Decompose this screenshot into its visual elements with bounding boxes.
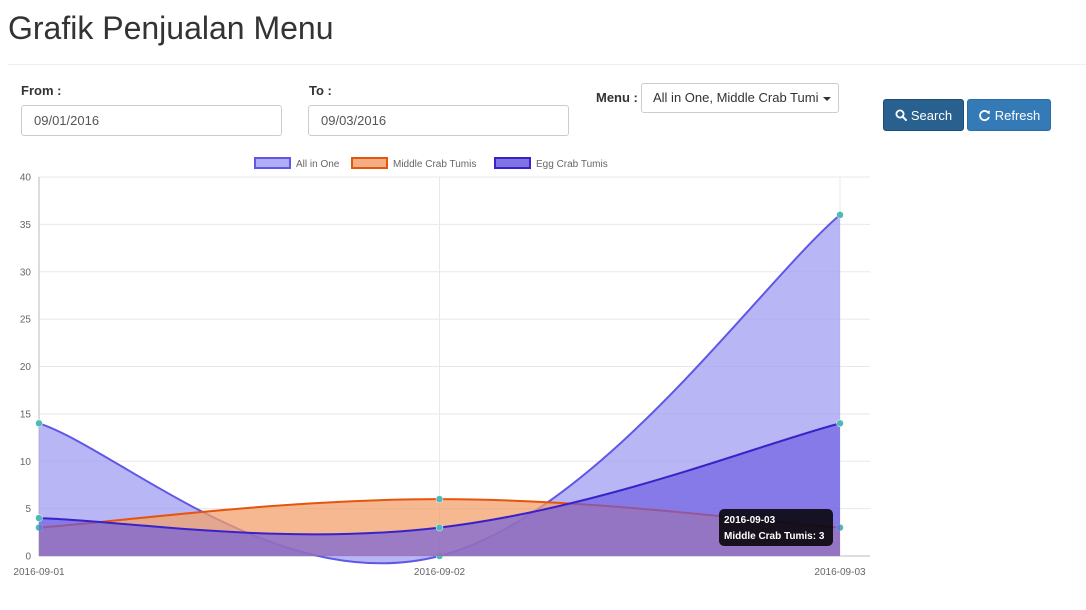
chevron-down-icon <box>823 96 832 101</box>
to-label: To : <box>309 83 332 98</box>
point-all-in-one <box>35 419 43 428</box>
search-icon <box>895 109 907 121</box>
y-tick-label: 15 <box>20 409 32 420</box>
y-tick-label: 5 <box>25 504 31 515</box>
refresh-button-label: Refresh <box>994 107 1041 123</box>
x-tick-label: 2016-09-03 <box>814 567 866 578</box>
y-tick-label: 40 <box>20 173 32 184</box>
chart-tooltip: 2016-09-03 Middle Crab Tumis: 3 <box>719 509 833 546</box>
y-tick-label: 35 <box>20 220 32 231</box>
y-tick-label: 30 <box>20 267 32 278</box>
legend-swatch-all-in-one <box>254 157 291 169</box>
title-divider <box>8 64 1086 65</box>
legend-label-all-in-one: All in One <box>296 159 340 170</box>
x-tick-label: 2016-09-01 <box>13 567 65 578</box>
point-egg-crab-tumis <box>435 523 444 532</box>
page-title: Grafik Penjualan Menu <box>8 10 334 46</box>
legend-swatch-egg-crab-tumis <box>494 157 531 169</box>
legend-label-middle-crab-tumis: Middle Crab Tumis <box>393 159 476 170</box>
x-tick-label: 2016-09-02 <box>414 567 466 578</box>
legend-label-egg-crab-tumis: Egg Crab Tumis <box>536 159 608 170</box>
from-label: From : <box>21 83 62 98</box>
refresh-button[interactable]: Refresh <box>967 99 1051 131</box>
point-all-in-one <box>836 211 844 219</box>
point-egg-crab-tumis <box>35 514 43 522</box>
y-tick-label: 25 <box>20 315 32 326</box>
tooltip-body: Middle Crab Tumis: 3 <box>724 531 825 542</box>
legend-swatch-middle-crab-tumis <box>351 157 388 169</box>
y-tick-label: 10 <box>20 457 32 468</box>
menu-select-value: All in One, Middle Crab Tumi <box>653 90 819 105</box>
y-tick-label: 20 <box>20 362 32 373</box>
menu-select[interactable]: All in One, Middle Crab Tumi <box>641 83 839 113</box>
from-date-input[interactable]: 09/01/2016 <box>21 105 282 136</box>
y-tick-label: 0 <box>25 552 31 563</box>
to-date-input[interactable]: 09/03/2016 <box>308 105 569 136</box>
tooltip-title: 2016-09-03 <box>724 515 776 526</box>
search-button-label: Search <box>910 107 953 123</box>
refresh-icon <box>978 109 991 122</box>
search-button[interactable]: Search <box>883 99 964 131</box>
point-middle-crab-tumis <box>435 495 444 503</box>
point-egg-crab-tumis <box>836 419 844 428</box>
menu-label: Menu : <box>596 90 638 105</box>
